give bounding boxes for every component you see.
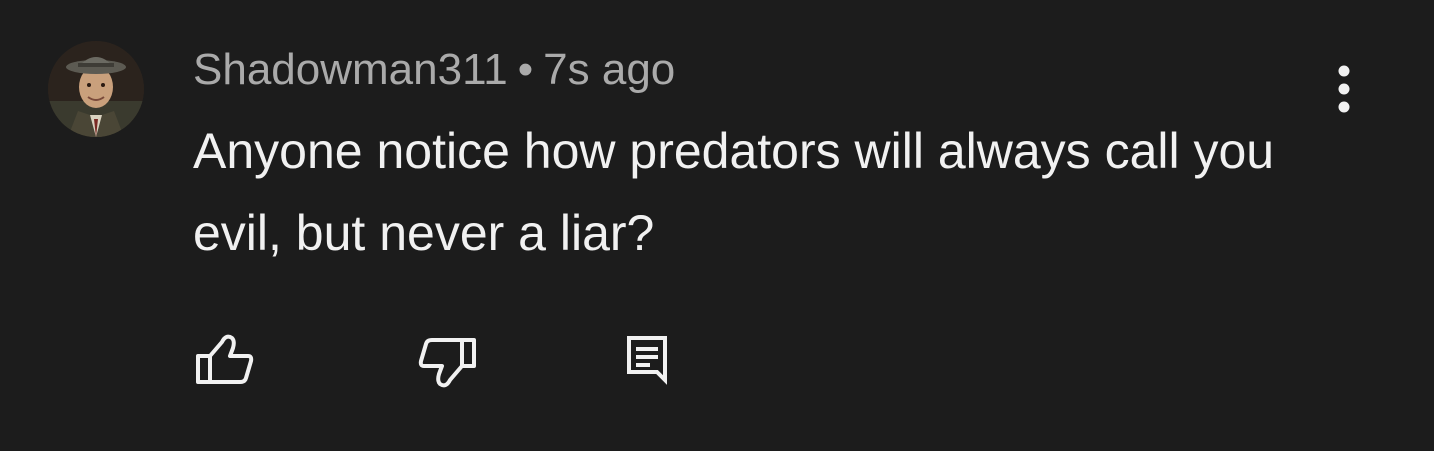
comment-meta: Shadowman311 • 7s ago [193,42,675,98]
meta-separator: • [517,45,534,94]
like-button[interactable] [192,328,258,394]
thumbs-up-icon [196,334,254,384]
reply-comment-icon [627,336,667,385]
author-name[interactable]: Shadowman311 [193,45,508,94]
comment-card: Shadowman311 • 7s ago Anyone notice how pr… [0,0,1434,451]
more-vertical-icon [1338,65,1350,113]
avatar-image [48,41,144,137]
dislike-button[interactable] [414,328,480,394]
comment-timestamp[interactable]: 7s ago [543,45,675,94]
avatar[interactable] [48,41,144,137]
reply-button[interactable] [624,328,690,394]
thumbs-down-icon [418,338,476,388]
comment-text: Anyone notice how predators will always … [193,123,1275,261]
more-options-button[interactable] [1322,60,1366,120]
